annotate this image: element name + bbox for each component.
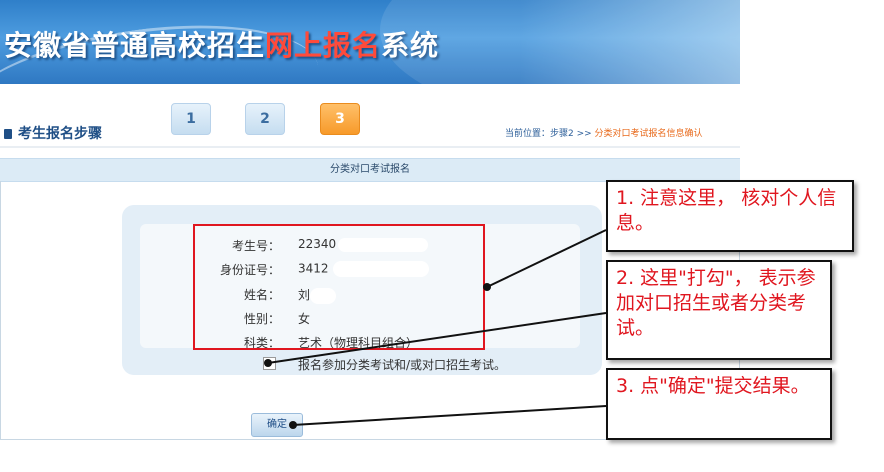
connector-dot-1 [483, 283, 491, 291]
connector-line-3 [292, 405, 607, 426]
connector-line-2 [267, 312, 607, 364]
connector-dot-3 [289, 421, 297, 429]
callout-3: 3. 点"确定"提交结果。 [606, 368, 832, 440]
connector-line-1 [486, 229, 607, 288]
callout-1: 1. 注意这里， 核对个人信息。 [606, 180, 854, 252]
callout-2: 2. 这里"打勾"， 表示参加对口招生或者分类考试。 [606, 260, 832, 360]
connector-dot-2 [264, 359, 272, 367]
